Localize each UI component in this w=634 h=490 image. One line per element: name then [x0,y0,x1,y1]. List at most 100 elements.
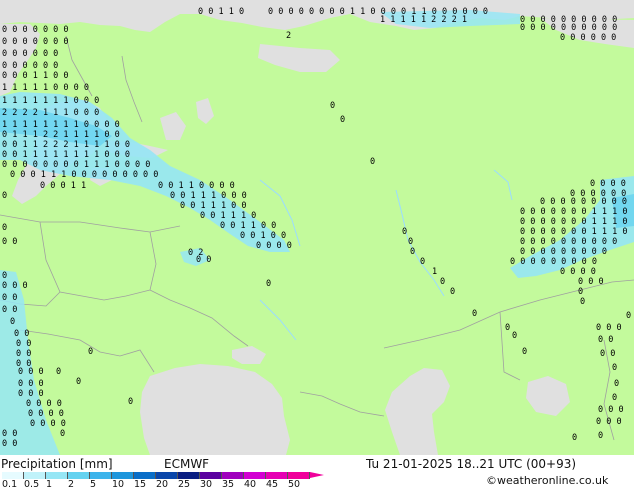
credit-link[interactable]: ©weatheronline.co.uk [486,474,608,487]
precip-symbol-row: 0 0 [600,349,615,359]
precip-symbol-row: 0 [512,331,517,341]
precip-symbol-row: 0 [572,433,577,443]
color-scale-swatch [68,472,90,479]
precip-symbol-row: 0 0 1 1 2 2 2 1 1 1 1 0 0 [2,140,130,150]
precip-symbol-row: 0 0 0 0 0 0 0 0 0 [520,247,607,257]
precip-symbol-row: 0 [614,379,619,389]
precip-symbol-row: 0 [420,257,425,267]
color-scale-label: 20 [156,479,169,490]
color-scale-label: 0.5 [24,479,40,490]
precip-symbol-row: 0 [330,101,335,111]
color-scale: 0.1 0.5 1 2 5 10 15 20 25 30 35 40 45 50 [2,472,332,490]
precip-symbol-row: 0 0 0 0 0 0 0 0 0 [540,197,627,207]
color-scale-arrow [310,472,324,478]
precip-symbol-row: 0 [10,317,15,327]
color-scale-label: 30 [200,479,213,490]
precip-symbol-row: 0 [76,377,81,387]
color-scale-label: 35 [222,479,235,490]
precip-symbol-row: 0 0 0 0 [30,419,66,429]
precip-symbol-row: 0 0 0 0 [26,399,62,409]
color-scale-label: 0.1 [2,479,18,490]
precip-symbol-row: 0 [580,297,585,307]
color-scale-label: 5 [90,479,97,490]
precip-symbol-row: 0 0 0 1 1 1 0 0 0 0 0 0 0 0 0 [10,170,158,180]
color-scale-swatch [24,472,46,479]
color-scale-label: 40 [244,479,257,490]
precip-symbol-row: 0 [88,347,93,357]
color-scale-label: 15 [134,479,147,490]
color-scale-swatch [200,472,222,479]
precip-symbol-row: 2 2 2 2 1 1 1 0 0 0 [2,108,99,118]
color-scale-swatch [2,472,24,479]
precip-symbol-row: 0 0 0 0 [560,267,596,277]
precip-symbol-row: 0 [472,309,477,319]
precip-symbol-row: 0 0 1 1 0 0 [220,221,276,231]
precip-symbol-row: 0 0 [598,335,613,345]
precip-symbol-row: 0 0 0 0 0 0 [560,33,616,43]
precip-symbol-row: 0 [505,323,510,333]
precip-symbol-row: 0 0 1 1 1 1 1 1 1 1 0 0 0 [2,150,130,160]
precip-symbol-row: 0 0 1 1 0 [198,7,244,17]
precip-symbol-row: 0 0 0 [18,379,44,389]
precip-symbol-row: 0 0 0 0 0 0 0 0 1 1 1 0 0 0 0 [2,160,150,170]
precip-symbol-row: 0 0 [2,237,17,247]
precip-symbol-row: 0 0 0 [18,367,44,377]
precip-symbol-row: 0 0 0 0 0 0 0 1 1 1 0 [520,207,627,217]
precipitation-map: 0 0 1 1 0 0 0 0 0 0 0 0 0 1 1 0 0 0 0 1 1… [0,0,634,455]
precip-symbol-row: 0 0 0 0 0 0 0 0 0 0 [520,23,617,33]
precip-symbol-row: 0 [266,279,271,289]
precip-symbol-row: 0 0 0 [578,277,604,287]
precip-symbol-row: 0 [2,223,7,233]
precip-symbol-row: 1 1 1 1 1 1 1 1 0 0 0 0 [2,120,120,130]
precip-symbol-row: 1 [432,267,437,277]
precip-symbol-row: 0 [370,157,375,167]
precip-symbol-row: 0 [440,277,445,287]
precip-symbol-row: 0 [340,115,345,125]
color-scale-swatch [90,472,112,479]
precip-symbol-row: 0 0 1 1 1 0 [200,211,256,221]
precip-symbol-row: 0 [450,287,455,297]
precip-symbol-row: 0 0 0 [598,405,624,415]
precip-symbol-row: 0 0 0 0 [256,241,292,251]
precip-symbol-row: 0 0 1 1 1 0 0 0 [170,191,247,201]
precip-symbol-row: 0 0 0 0 0 0 0 0 0 0 [520,237,617,247]
color-scale-label: 10 [112,479,125,490]
precip-symbol-row: 0 0 [16,349,31,359]
precip-symbol-row: 0 0 0 0 0 0 0 1 1 1 0 [520,227,627,237]
precip-symbol-row: 0 [408,237,413,247]
precip-symbol-row: 2 [286,31,291,41]
precip-symbol-row: 0 0 0 1 1 0 0 [2,71,69,81]
color-scale-swatch [266,472,288,479]
precip-symbol-row: 0 [522,347,527,357]
precip-symbol-row: 0 0 0 [596,417,622,427]
precip-symbol-row: 0 0 0 1 1 [40,181,86,191]
precip-symbol-row: 0 0 0 [596,323,622,333]
color-scale-swatch [156,472,178,479]
precip-symbol-row: 0 0 [196,255,211,265]
precip-symbol-row: 0 0 1 0 0 [240,231,286,241]
precip-symbol-row: 0 [128,397,133,407]
precip-symbol-row: 0 0 0 0 0 0 0 1 1 1 0 [520,217,627,227]
valid-time: Tu 21-01-2025 18..21 UTC (00+93) [366,457,577,471]
precip-symbol-row: 0 [626,311,631,321]
precip-symbol-row: 0 0 1 1 1 0 0 [180,201,247,211]
color-scale-label: 1 [46,479,53,490]
legend-title: Precipitation [mm] [1,457,113,471]
color-scale-swatch [134,472,156,479]
precip-symbol-row: 0 0 0 0 0 0 0 [2,37,69,47]
precip-symbol-row: 0 [612,393,617,403]
precip-symbol-row: 1 1 1 1 1 1 1 0 0 0 [2,96,99,106]
color-scale-swatch [112,472,134,479]
precip-symbol-row: 0 [2,271,7,281]
precip-symbol-row: 0 1 1 1 2 2 1 1 1 1 0 0 [2,130,120,140]
color-scale-swatch [222,472,244,479]
precip-symbol-row: 0 [598,431,603,441]
precip-symbol-row: 0 0 1 1 0 0 0 0 [158,181,235,191]
precip-symbol-row: 0 0 0 [18,389,44,399]
precip-symbol-row: 1 1 1 1 1 2 2 2 1 [380,15,467,25]
precip-symbol-row: 0 [402,227,407,237]
precip-symbol-row: 1 1 1 1 1 0 0 0 0 [2,83,89,93]
color-scale-swatch [46,472,68,479]
precip-symbol-row: 0 [578,287,583,297]
precip-symbol-row: 0 0 [16,339,31,349]
